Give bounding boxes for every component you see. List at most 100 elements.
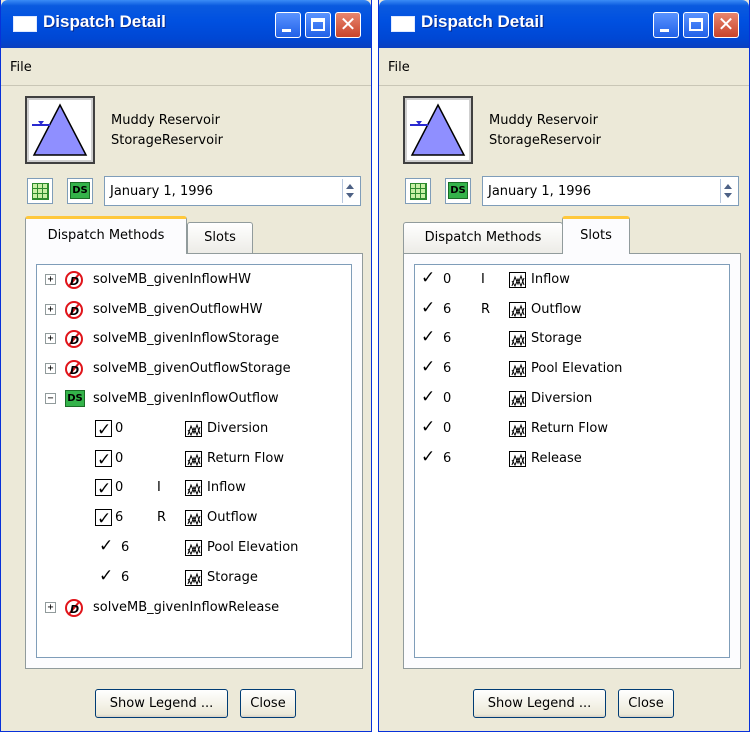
check-box-icon: ✓: [95, 450, 112, 470]
check-mark-icon: ✓: [99, 536, 114, 556]
expand-icon[interactable]: +: [45, 363, 56, 374]
date-spinner[interactable]: January 1, 1996: [104, 176, 361, 206]
grid-view-button[interactable]: [27, 178, 53, 204]
slot-name: Outflow: [207, 510, 258, 525]
collapse-icon[interactable]: −: [45, 393, 56, 404]
tree-child-slot[interactable]: ✓ 6 Storage: [37, 566, 351, 589]
window-icon: [13, 16, 37, 32]
date-spinner-arrows[interactable]: [342, 179, 358, 203]
slot-name: Return Flow: [531, 421, 608, 436]
menu-bar: File: [1, 48, 371, 86]
check-mark-icon: ✓: [421, 387, 436, 407]
slot-count: 6: [121, 570, 130, 585]
grid-icon: [32, 183, 49, 200]
slot-name: Storage: [207, 570, 258, 585]
window-title: Dispatch Detail: [43, 12, 166, 31]
tree-child-slot[interactable]: ✓ 0 I Inflow: [37, 477, 351, 499]
minimize-icon: [282, 29, 291, 32]
menu-file[interactable]: File: [10, 60, 32, 75]
slot-count: 0: [115, 451, 124, 466]
close-window-button[interactable]: ✕: [713, 12, 739, 38]
slot-name: Diversion: [531, 391, 593, 406]
maximize-icon: [311, 18, 325, 31]
check-mark-icon: ✓: [421, 357, 436, 377]
tab-dispatch-methods[interactable]: Dispatch Methods: [25, 216, 187, 254]
expand-icon[interactable]: +: [45, 602, 56, 613]
grid-view-button[interactable]: [405, 178, 431, 204]
slot-count: 0: [443, 272, 452, 287]
title-bar[interactable]: Dispatch Detail ✕: [379, 0, 749, 48]
menu-file[interactable]: File: [388, 60, 410, 75]
tree-item-method[interactable]: + D solveMB_givenInflowStorage: [37, 328, 351, 350]
slot-count: 6: [115, 510, 124, 525]
ds-button[interactable]: DS: [445, 178, 471, 204]
close-button[interactable]: Close: [240, 689, 296, 718]
spinner-down-icon[interactable]: [346, 193, 354, 198]
method-label: solveMB_givenOutflowStorage: [93, 361, 291, 376]
expand-icon[interactable]: +: [45, 304, 56, 315]
series-slot-icon: [185, 480, 202, 496]
grid-icon: [410, 183, 427, 200]
no-dispatch-icon: D: [65, 330, 83, 348]
slot-name: Return Flow: [207, 451, 284, 466]
window-icon: [391, 16, 415, 32]
show-legend-button[interactable]: Show Legend ...: [473, 689, 606, 718]
maximize-button[interactable]: [305, 12, 331, 38]
spinner-up-icon[interactable]: [346, 184, 354, 189]
tab-dispatch-methods[interactable]: Dispatch Methods: [403, 222, 563, 254]
method-label: solveMB_givenInflowHW: [93, 272, 251, 287]
tree-child-slot[interactable]: ✓ 0 Return Flow: [37, 448, 351, 470]
dispatch-detail-window-methods: Dispatch Detail ✕ File Muddy Reservoir S…: [0, 0, 372, 732]
tree-item-method-active[interactable]: − DS solveMB_givenInflowOutflow: [37, 388, 351, 410]
date-spinner-arrows[interactable]: [720, 179, 736, 203]
slot-list-item[interactable]: ✓ 0 Diversion: [415, 387, 729, 410]
title-bar[interactable]: Dispatch Detail ✕: [1, 0, 371, 48]
date-value: January 1, 1996: [110, 184, 214, 199]
tab-slots[interactable]: Slots: [562, 216, 630, 254]
spinner-up-icon[interactable]: [724, 184, 732, 189]
method-tree: + D solveMB_givenInflowHW + D solveMB_gi…: [36, 264, 352, 658]
tab-panel: ✓ 0 I Inflow ✓ 6 R Outflow ✓ 6 Storage ✓…: [403, 253, 741, 669]
slot-list-item[interactable]: ✓ 6 Release: [415, 447, 729, 470]
tree-item-method[interactable]: + D solveMB_givenOutflowStorage: [37, 358, 351, 380]
expand-icon[interactable]: +: [45, 333, 56, 344]
slot-list-item[interactable]: ✓ 6 R Outflow: [415, 298, 729, 321]
object-name: Muddy Reservoir: [489, 113, 598, 128]
maximize-button[interactable]: [683, 12, 709, 38]
spinner-down-icon[interactable]: [724, 193, 732, 198]
slot-count: 6: [443, 331, 452, 346]
tree-item-method[interactable]: + D solveMB_givenOutflowHW: [37, 299, 351, 321]
tree-child-slot[interactable]: ✓ 0 Diversion: [37, 418, 351, 440]
reservoir-triangle-icon[interactable]: [25, 96, 95, 164]
slot-list-item[interactable]: ✓ 0 Return Flow: [415, 417, 729, 440]
series-slot-icon: [509, 421, 526, 437]
slot-name: Inflow: [207, 480, 246, 495]
ds-icon: DS: [65, 390, 85, 407]
check-mark-icon: ✓: [421, 417, 436, 437]
minimize-button[interactable]: [653, 12, 679, 38]
close-button[interactable]: Close: [618, 689, 674, 718]
slot-count: 6: [121, 540, 130, 555]
tree-item-method[interactable]: + D solveMB_givenInflowRelease: [37, 597, 351, 619]
expand-icon[interactable]: +: [45, 274, 56, 285]
ds-button[interactable]: DS: [67, 178, 93, 204]
slot-list-item[interactable]: ✓ 6 Storage: [415, 327, 729, 350]
series-slot-icon: [509, 272, 526, 288]
check-mark-icon: ✓: [421, 327, 436, 347]
slot-flag: I: [157, 480, 161, 495]
check-box-icon: ✓: [95, 509, 112, 529]
slot-list-item[interactable]: ✓ 0 I Inflow: [415, 268, 729, 291]
tab-panel: + D solveMB_givenInflowHW + D solveMB_gi…: [25, 253, 363, 669]
date-spinner[interactable]: January 1, 1996: [482, 176, 739, 206]
tree-item-method[interactable]: + D solveMB_givenInflowHW: [37, 269, 351, 291]
object-name: Muddy Reservoir: [111, 113, 220, 128]
minimize-button[interactable]: [275, 12, 301, 38]
tree-child-slot[interactable]: ✓ 6 Pool Elevation: [37, 536, 351, 559]
series-slot-icon: [509, 302, 526, 318]
close-window-button[interactable]: ✕: [335, 12, 361, 38]
reservoir-triangle-icon[interactable]: [403, 96, 473, 164]
tree-child-slot[interactable]: ✓ 6 R Outflow: [37, 507, 351, 529]
slot-list-item[interactable]: ✓ 6 Pool Elevation: [415, 357, 729, 380]
show-legend-button[interactable]: Show Legend ...: [95, 689, 228, 718]
tab-slots[interactable]: Slots: [187, 222, 253, 254]
